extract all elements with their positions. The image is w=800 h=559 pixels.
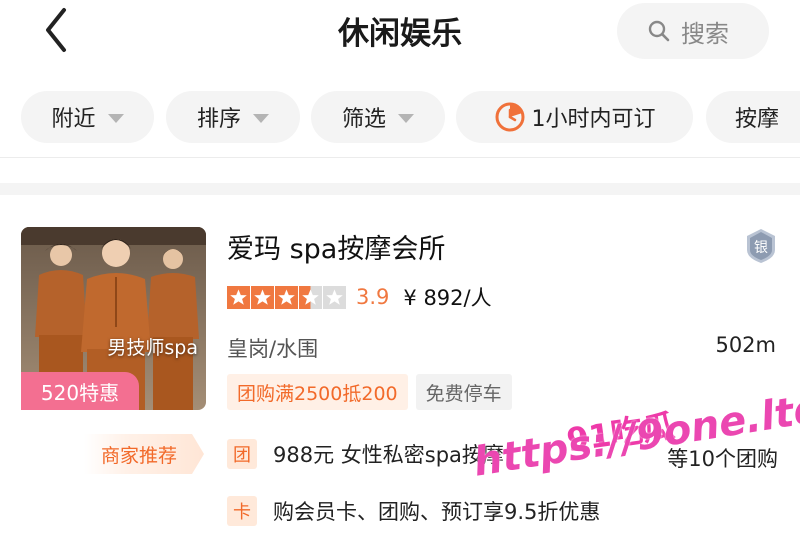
badge-label: 银 <box>754 240 768 256</box>
thumbnail-caption: 男技师spa <box>107 337 198 359</box>
filter-label: 1小时内可订 <box>531 107 656 132</box>
watermark-title: 91吃瓜 <box>564 406 677 460</box>
shop-name[interactable]: 爱玛 spa按摩会所 <box>227 227 445 266</box>
feature-tag: 免费停车 <box>415 374 512 410</box>
merchant-recommend-label: 商家推荐 <box>84 434 206 474</box>
filter-book-within-hour[interactable]: 1小时内可订 <box>456 91 693 143</box>
filter-massage[interactable]: 按摩 <box>706 91 800 143</box>
deal-item[interactable]: 卡 购会员卡、团购、预订享9.5折优惠 <box>227 496 600 526</box>
filter-sort[interactable]: 排序 <box>166 91 300 143</box>
promo-tag: 团购满2500抵200 <box>227 374 408 410</box>
rating-row: 3.9 ¥ 892/人 <box>227 283 492 311</box>
search-icon <box>648 20 670 42</box>
divider <box>0 157 800 158</box>
deal-text: 购会员卡、团购、预订享9.5折优惠 <box>273 500 601 524</box>
star-icon <box>251 285 274 309</box>
caret-down-icon <box>398 114 414 123</box>
search-label: 搜索 <box>681 19 729 48</box>
star-empty-icon <box>323 285 346 309</box>
filter-screen[interactable]: 筛选 <box>311 91 445 143</box>
deal-item[interactable]: 团 988元 女性私密spa按摩 <box>227 439 504 469</box>
caret-down-icon <box>253 114 269 123</box>
search-button[interactable]: 搜索 <box>617 3 769 59</box>
rating-score: 3.9 <box>356 285 390 309</box>
section-gap <box>0 183 800 195</box>
shop-distance: 502m <box>715 333 776 357</box>
recommend-text: 商家推荐 <box>100 445 177 467</box>
group-buy-icon: 团 <box>227 439 257 469</box>
star-rating <box>227 285 346 309</box>
filter-bar: 附近 排序 筛选 1小时内可订 按摩 <box>0 91 800 143</box>
tag-list: 团购满2500抵200 免费停车 <box>227 374 512 410</box>
deal-count[interactable]: 等10个团购 <box>667 443 778 473</box>
promo-badge: 520特惠 <box>21 372 139 410</box>
filter-nearby[interactable]: 附近 <box>21 91 154 143</box>
silver-level-badge: 银 <box>745 228 777 264</box>
filter-label: 排序 <box>196 107 241 132</box>
shop-location: 皇岗/水围 <box>227 337 319 361</box>
clock-icon <box>495 102 524 132</box>
star-icon <box>227 285 250 309</box>
star-half-icon <box>299 285 322 309</box>
filter-label: 附近 <box>51 107 96 132</box>
star-icon <box>275 285 298 309</box>
filter-label: 按摩 <box>735 107 780 132</box>
deal-text: 988元 女性私密spa按摩 <box>273 443 504 467</box>
member-card-icon: 卡 <box>227 496 257 526</box>
price-per-person: ¥ 892/人 <box>403 286 492 310</box>
caret-down-icon <box>107 114 124 123</box>
filter-label: 筛选 <box>341 107 386 132</box>
